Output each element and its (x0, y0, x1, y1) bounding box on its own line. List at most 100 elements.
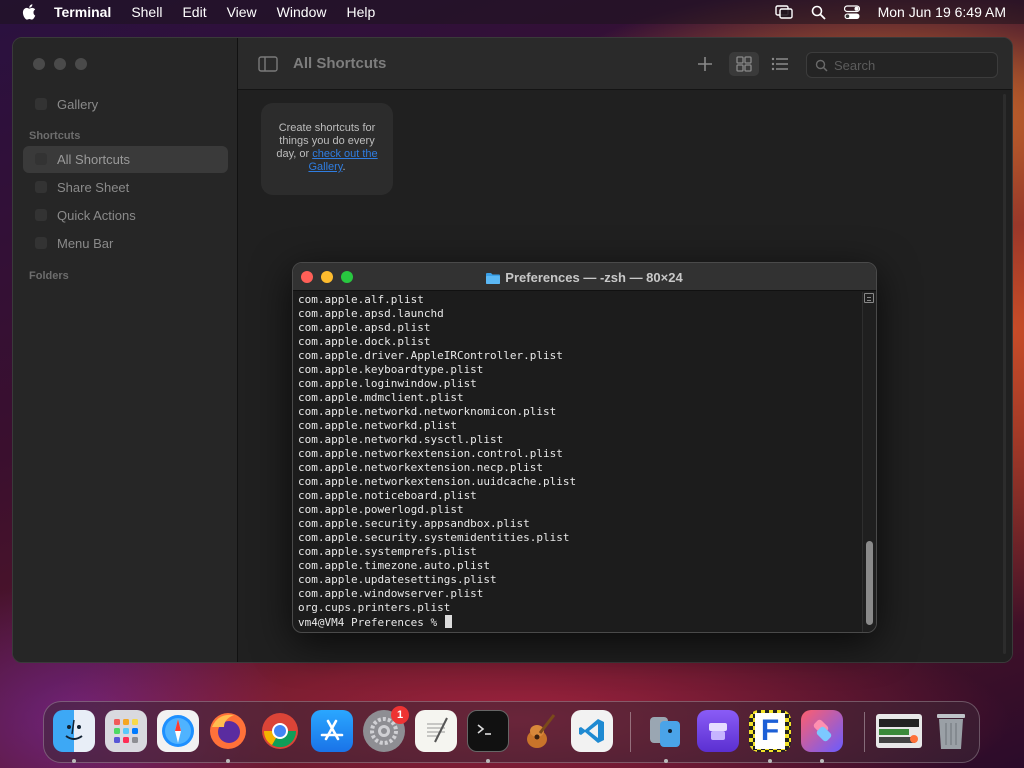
dock-launchpad-icon[interactable] (105, 710, 147, 752)
add-shortcut-button[interactable] (690, 52, 720, 76)
sidebar-item-share-sheet[interactable]: Share Sheet (23, 174, 228, 201)
menu-clock[interactable]: Mon Jun 19 6:49 AM (878, 4, 1006, 20)
running-indicator (664, 759, 668, 763)
terminal-line: com.apple.alf.plist (298, 293, 424, 306)
grid-icon (736, 56, 752, 72)
sidebar-item-label: Gallery (57, 97, 99, 112)
dock-apple-configurator-icon[interactable] (697, 710, 739, 752)
notification-badge: 1 (391, 706, 409, 724)
list-icon (771, 57, 788, 71)
running-indicator (226, 759, 230, 763)
dock-shortcuts-icon[interactable] (801, 710, 843, 752)
quick-actions-icon (35, 209, 47, 221)
sidebar-item-label: Quick Actions (57, 208, 136, 223)
sidebar-item-gallery[interactable]: Gallery (23, 91, 228, 118)
dock-f-app-icon[interactable]: F (749, 710, 791, 752)
content-scrollbar[interactable] (1003, 94, 1006, 654)
menu-edit[interactable]: Edit (182, 4, 206, 20)
grid-view-button[interactable] (729, 52, 759, 76)
list-view-button[interactable] (765, 52, 795, 76)
dock-separator (864, 712, 865, 752)
terminal-line: com.apple.networkd.sysctl.plist (298, 433, 504, 446)
control-center-icon[interactable] (843, 4, 860, 20)
menu-bar: Terminal Shell Edit View Window Help Mon… (0, 0, 1024, 24)
sidebar-item-quick-actions[interactable]: Quick Actions (23, 202, 228, 229)
sidebar-section-shortcuts: Shortcuts (29, 130, 81, 142)
running-indicator (768, 759, 772, 763)
dock-trash-icon[interactable] (930, 710, 972, 752)
terminal-prompt: vm4@VM4 Preferences % (298, 616, 444, 629)
menu-app-name[interactable]: Terminal (54, 4, 111, 20)
sidebar-item-label: Menu Bar (57, 236, 114, 251)
dock-vscode-icon[interactable] (571, 710, 613, 752)
terminal-line: com.apple.networkextension.control.plist (298, 447, 563, 460)
terminal-line: com.apple.security.systemidentities.plis… (298, 531, 570, 544)
folder-icon (486, 272, 501, 284)
gallery-icon (35, 98, 47, 110)
terminal-line: com.apple.networkextension.uuidcache.pli… (298, 475, 577, 488)
terminal-line: com.apple.timezone.auto.plist (298, 559, 491, 572)
terminal-line: com.apple.apsd.launchd (298, 307, 444, 320)
search-field[interactable] (806, 52, 998, 78)
zoom-button[interactable] (75, 58, 87, 70)
terminal-line: com.apple.dock.plist (298, 335, 431, 348)
dock-finder-icon[interactable] (53, 710, 95, 752)
terminal-window: Preferences — -zsh — 80×24 com.apple.alf… (292, 262, 877, 633)
terminal-find-icon[interactable] (864, 293, 874, 303)
sidebar-toggle-icon[interactable] (258, 56, 278, 72)
sidebar-item-label: Share Sheet (57, 180, 130, 195)
running-indicator (820, 759, 824, 763)
terminal-output[interactable]: com.apple.alf.plist com.apple.apsd.launch… (298, 293, 858, 629)
menu-window[interactable]: Window (277, 4, 327, 20)
terminal-scroll-thumb[interactable] (866, 541, 873, 625)
terminal-line: com.apple.keyboardtype.plist (298, 363, 484, 376)
terminal-line: com.apple.loginwindow.plist (298, 377, 477, 390)
dock-textedit-icon[interactable] (415, 710, 457, 752)
terminal-titlebar[interactable]: Preferences — -zsh — 80×24 (293, 263, 876, 291)
shortcuts-sidebar: Gallery Shortcuts All Shortcuts Share Sh… (13, 38, 238, 662)
terminal-line: com.apple.windowserver.plist (298, 587, 484, 600)
menu-help[interactable]: Help (346, 4, 375, 20)
terminal-title: Preferences — -zsh — 80×24 (293, 270, 876, 285)
menu-view[interactable]: View (227, 4, 257, 20)
spotlight-search-icon[interactable] (811, 5, 826, 20)
search-input[interactable] (834, 57, 984, 73)
dock-screenshot-thumbnail-icon[interactable] (876, 714, 922, 748)
apple-menu-icon[interactable] (20, 4, 38, 20)
terminal-line: com.apple.noticeboard.plist (298, 489, 477, 502)
empty-state-suffix: . (342, 161, 346, 173)
toolbar-title: All Shortcuts (293, 55, 387, 72)
terminal-line: com.apple.powerlogd.plist (298, 503, 464, 516)
dock-garageband-icon[interactable] (519, 710, 561, 752)
terminal-line: com.apple.networkextension.necp.plist (298, 461, 544, 474)
screen-mirroring-icon[interactable] (774, 5, 793, 19)
terminal-line: com.apple.networkd.plist (298, 419, 457, 432)
dock-migration-assistant-icon[interactable] (645, 710, 687, 752)
minimize-button[interactable] (54, 58, 66, 70)
sidebar-section-folders: Folders (29, 270, 69, 282)
plus-icon (698, 57, 712, 71)
dock: 1 F (43, 701, 980, 763)
menu-bar-icon (35, 237, 47, 249)
dock-safari-icon[interactable] (157, 710, 199, 752)
dock-system-settings-icon[interactable]: 1 (363, 706, 409, 752)
search-icon (815, 59, 828, 72)
dock-terminal-icon[interactable] (467, 710, 509, 752)
share-sheet-icon (35, 181, 47, 193)
shortcuts-toolbar: All Shortcuts (238, 38, 1012, 90)
dock-chrome-icon[interactable] (259, 710, 301, 752)
sidebar-item-all-shortcuts[interactable]: All Shortcuts (23, 146, 228, 173)
menu-shell[interactable]: Shell (131, 4, 162, 20)
dock-app-store-icon[interactable] (311, 710, 353, 752)
terminal-prompt-line[interactable]: vm4@VM4 Preferences % (298, 615, 858, 629)
sidebar-item-menu-bar[interactable]: Menu Bar (23, 230, 228, 257)
close-button[interactable] (33, 58, 45, 70)
dock-firefox-icon[interactable] (207, 710, 249, 752)
empty-state-card: Create shortcuts for things you do every… (261, 103, 393, 195)
terminal-line: com.apple.networkd.networknomicon.plist (298, 405, 557, 418)
sidebar-item-label: All Shortcuts (57, 152, 130, 167)
running-indicator (72, 759, 76, 763)
shortcuts-window-controls (33, 58, 87, 70)
terminal-line: com.apple.updatesettings.plist (298, 573, 497, 586)
terminal-line: com.apple.apsd.plist (298, 321, 431, 334)
